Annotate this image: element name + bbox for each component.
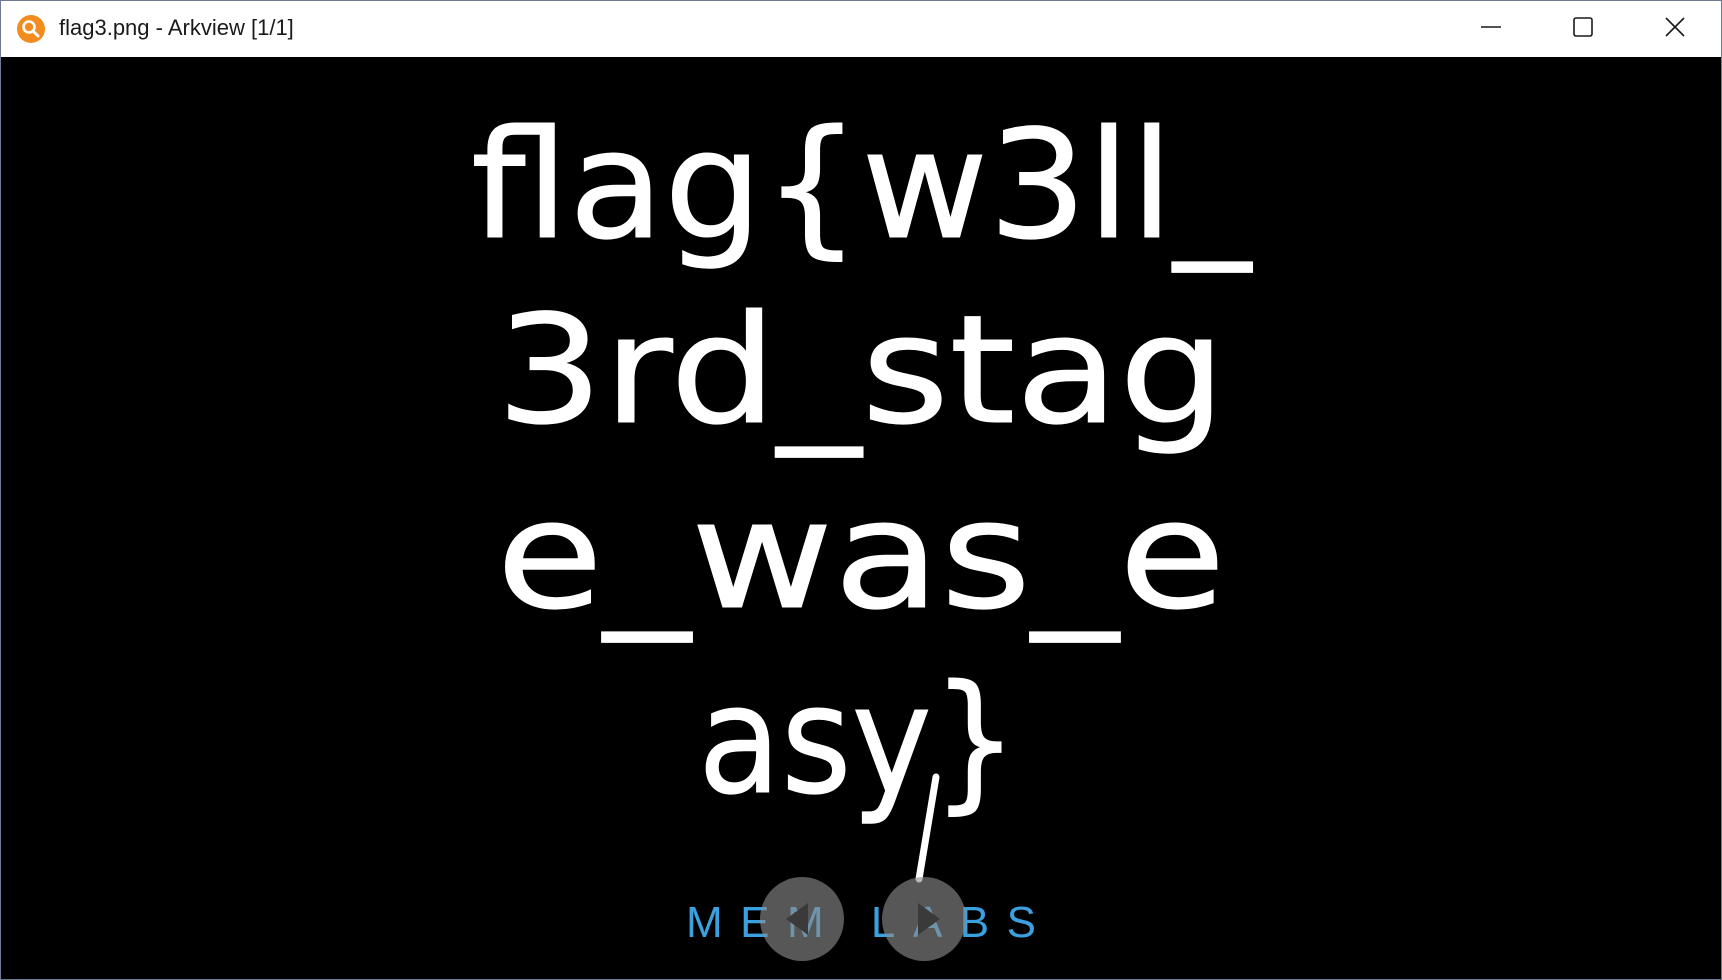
displayed-image: flag{w3ll_ 3rd_stag e_was_e asy} MEM LAB… bbox=[1, 57, 1721, 979]
minimize-icon bbox=[1480, 16, 1502, 42]
previous-image-button[interactable] bbox=[760, 877, 844, 961]
handwritten-line-1: flag{w3ll_ bbox=[471, 99, 1253, 273]
image-viewport: flag{w3ll_ 3rd_stag e_was_e asy} MEM LAB… bbox=[1, 57, 1721, 979]
magnifier-icon bbox=[16, 14, 46, 44]
close-icon bbox=[1664, 16, 1686, 42]
handwritten-line-2: 3rd_stag bbox=[496, 284, 1226, 458]
window-title: flag3.png - Arkview [1/1] bbox=[59, 15, 294, 40]
title-bar[interactable]: flag3.png - Arkview [1/1] bbox=[1, 1, 1721, 57]
next-image-button[interactable] bbox=[882, 877, 966, 961]
close-button[interactable] bbox=[1629, 1, 1721, 57]
maximize-button[interactable] bbox=[1537, 1, 1629, 57]
handwritten-line-3: e_was_e bbox=[496, 469, 1226, 643]
minimize-button[interactable] bbox=[1445, 1, 1537, 57]
handwritten-line-4: asy} bbox=[698, 654, 1018, 828]
maximize-icon bbox=[1572, 16, 1594, 42]
viewer-window: flag3.png - Arkview [1/1] flag{w3ll_ 3rd… bbox=[0, 0, 1722, 980]
